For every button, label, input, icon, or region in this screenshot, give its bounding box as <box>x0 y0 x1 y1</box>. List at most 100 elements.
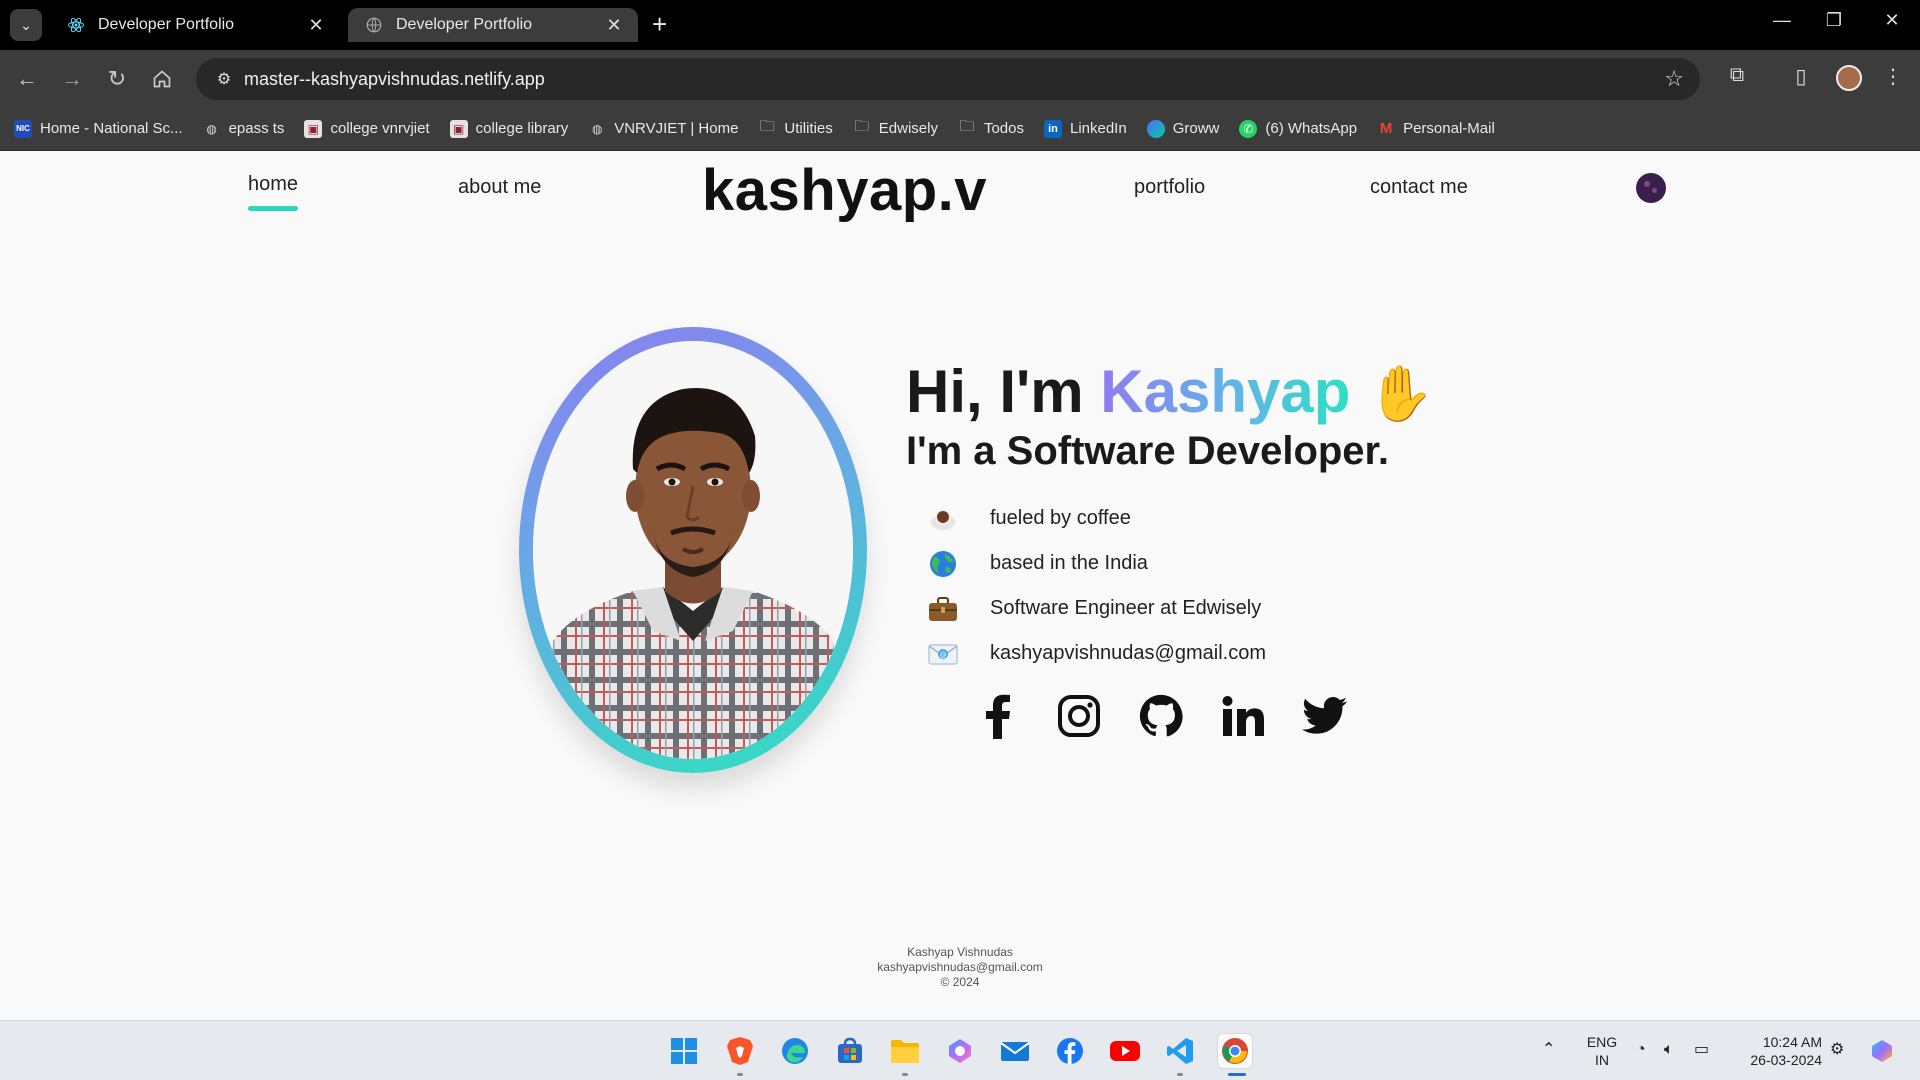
close-window-icon[interactable]: ✕ <box>1872 10 1912 31</box>
bookmark-home-national[interactable]: NIC Home - National Sc... <box>14 119 183 138</box>
tab-developer-portfolio-2[interactable]: Developer Portfolio ✕ <box>348 8 638 42</box>
site-info-icon[interactable]: ⚙ <box>204 69 244 89</box>
language-indicator[interactable]: ENG IN <box>1582 1033 1622 1069</box>
bookmark-personal-mail[interactable]: M Personal-Mail <box>1377 120 1495 138</box>
list-item: @ kashyapvishnudas@gmail.com <box>928 631 1266 676</box>
close-icon[interactable]: ✕ <box>306 15 326 36</box>
globe-icon <box>364 15 384 35</box>
forward-icon[interactable]: → <box>57 64 87 94</box>
copilot-icon[interactable] <box>942 1033 978 1069</box>
hero-heading: Hi, I'm Kashyap ✋ <box>906 357 1434 426</box>
clock[interactable]: 10:24 AM 26-03-2024 <box>1732 1033 1822 1069</box>
bookmark-vnrvjiet-home[interactable]: ◍ VNRVJIET | Home <box>588 120 738 138</box>
list-item: fueled by coffee <box>928 496 1266 541</box>
profile-photo-frame <box>519 327 867 773</box>
facebook-app-icon[interactable] <box>1052 1033 1088 1069</box>
bookmark-groww[interactable]: Groww <box>1146 119 1219 138</box>
list-item: Software Engineer at Edwisely <box>928 586 1266 631</box>
windows-start-icon[interactable] <box>666 1033 702 1069</box>
bookmarks-bar: NIC Home - National Sc... ◍ epass ts ▣ c… <box>0 107 1920 151</box>
globe-icon: ◍ <box>206 121 217 136</box>
nav-home-link[interactable]: home <box>248 173 298 196</box>
hero-name: Kashyap <box>1100 358 1351 425</box>
copilot-preview-icon[interactable] <box>1864 1033 1900 1069</box>
tab-title: Developer Portfolio <box>396 16 533 33</box>
footer-email[interactable]: kashyapvishnudas@gmail.com <box>760 960 1160 975</box>
chrome-icon[interactable] <box>1217 1033 1253 1069</box>
briefcase-icon <box>928 594 958 624</box>
theme-toggle-moon-icon[interactable] <box>1636 173 1666 203</box>
coffee-icon <box>928 504 958 534</box>
vscode-icon[interactable] <box>1162 1033 1198 1069</box>
footer-name: Kashyap Vishnudas <box>907 945 1013 959</box>
bookmark-star-icon[interactable]: ☆ <box>1664 66 1684 92</box>
facebook-icon[interactable] <box>972 691 1022 741</box>
instagram-icon[interactable] <box>1054 691 1104 741</box>
bookmark-linkedin[interactable]: in LinkedIn <box>1043 119 1127 138</box>
waving-hand-icon: ✋ <box>1367 364 1435 424</box>
social-links <box>972 691 1382 741</box>
browser-tab-bar: ⌄ Developer Portfolio ✕ Developer Portfo… <box>0 0 1920 50</box>
bookmark-whatsapp[interactable]: ✆ (6) WhatsApp <box>1239 119 1357 138</box>
brave-browser-icon[interactable] <box>722 1033 758 1069</box>
running-indicator <box>1177 1073 1183 1076</box>
site-brand[interactable]: kashyap.v <box>702 157 987 224</box>
mail-icon[interactable] <box>997 1033 1033 1069</box>
bookmark-folder-utilities[interactable]: 🗀 Utilities <box>758 118 833 138</box>
address-bar[interactable]: ⚙ master--kashyapvishnudas.netlify.app ☆ <box>196 58 1700 100</box>
home-icon[interactable] <box>147 64 177 94</box>
reload-icon[interactable]: ↻ <box>102 64 132 94</box>
notification-icon[interactable]: ⚙ <box>1830 1041 1844 1059</box>
menu-dots-icon[interactable]: ⋮ <box>1878 64 1908 89</box>
college-icon: ▣ <box>449 119 468 138</box>
portfolio-page: home about me kashyap.v portfolio contac… <box>0 151 1920 1020</box>
nav-about-link[interactable]: about me <box>458 176 541 199</box>
running-indicator <box>902 1073 908 1076</box>
extensions-icon[interactable]: ⧉ <box>1722 64 1752 87</box>
linkedin-icon[interactable] <box>1218 691 1268 741</box>
gmail-icon: M <box>1379 120 1393 137</box>
minimize-icon[interactable]: — <box>1762 10 1802 31</box>
email-icon: @ <box>928 639 958 669</box>
bookmark-folder-edwisely[interactable]: 🗀 Edwisely <box>853 118 938 138</box>
youtube-icon[interactable] <box>1107 1033 1143 1069</box>
file-explorer-icon[interactable] <box>887 1033 923 1069</box>
bookmark-epass[interactable]: ◍ epass ts <box>203 120 284 138</box>
nic-icon: NIC <box>14 119 32 138</box>
list-item: based in the India <box>928 541 1266 586</box>
globe-icon: ◍ <box>591 121 603 136</box>
bookmark-college-library[interactable]: ▣ college library <box>449 119 568 138</box>
bookmark-folder-todos[interactable]: 🗀 Todos <box>958 118 1024 138</box>
nav-portfolio-link[interactable]: portfolio <box>1134 176 1205 199</box>
tab-developer-portfolio-1[interactable]: Developer Portfolio ✕ <box>50 8 340 42</box>
battery-icon[interactable]: ▭ <box>1694 1041 1709 1059</box>
profile-avatar[interactable] <box>1836 65 1862 91</box>
close-icon[interactable]: ✕ <box>604 15 624 36</box>
show-hidden-icons[interactable]: ⌃ <box>1542 1041 1555 1059</box>
svg-text:@: @ <box>940 651 947 659</box>
new-tab-button[interactable]: + <box>652 10 667 38</box>
twitter-icon[interactable] <box>1300 691 1350 741</box>
page-footer: Kashyap Vishnudas kashyapvishnudas@gmail… <box>760 945 1160 990</box>
restore-icon[interactable]: ❐ <box>1814 10 1854 31</box>
microsoft-store-icon[interactable] <box>832 1033 868 1069</box>
edge-browser-icon[interactable] <box>777 1033 813 1069</box>
hero-subtitle: I'm a Software Developer. <box>906 429 1390 473</box>
whatsapp-icon: ✆ <box>1239 119 1258 138</box>
tab-search-button[interactable]: ⌄ <box>10 9 42 41</box>
back-icon[interactable]: ← <box>12 64 42 94</box>
bookmark-college-vnrvjiet[interactable]: ▣ college vnrvjiet <box>304 119 430 138</box>
fact-text: Software Engineer at Edwisely <box>990 597 1262 619</box>
fact-text: based in the India <box>990 552 1148 574</box>
wifi-icon[interactable]: ◔ <box>1636 1041 1646 1059</box>
nav-contact-link[interactable]: contact me <box>1370 176 1468 199</box>
url-text[interactable]: master--kashyapvishnudas.netlify.app <box>244 69 545 90</box>
folder-icon: 🗀 <box>959 118 975 135</box>
react-icon <box>66 15 86 35</box>
side-panel-icon[interactable]: ▯ <box>1786 64 1816 89</box>
volume-icon[interactable]: 🔈︎ <box>1664 1041 1674 1059</box>
github-icon[interactable] <box>1136 691 1186 741</box>
tab-title: Developer Portfolio <box>98 16 235 33</box>
running-indicator <box>737 1073 743 1076</box>
college-icon: ▣ <box>304 119 323 138</box>
